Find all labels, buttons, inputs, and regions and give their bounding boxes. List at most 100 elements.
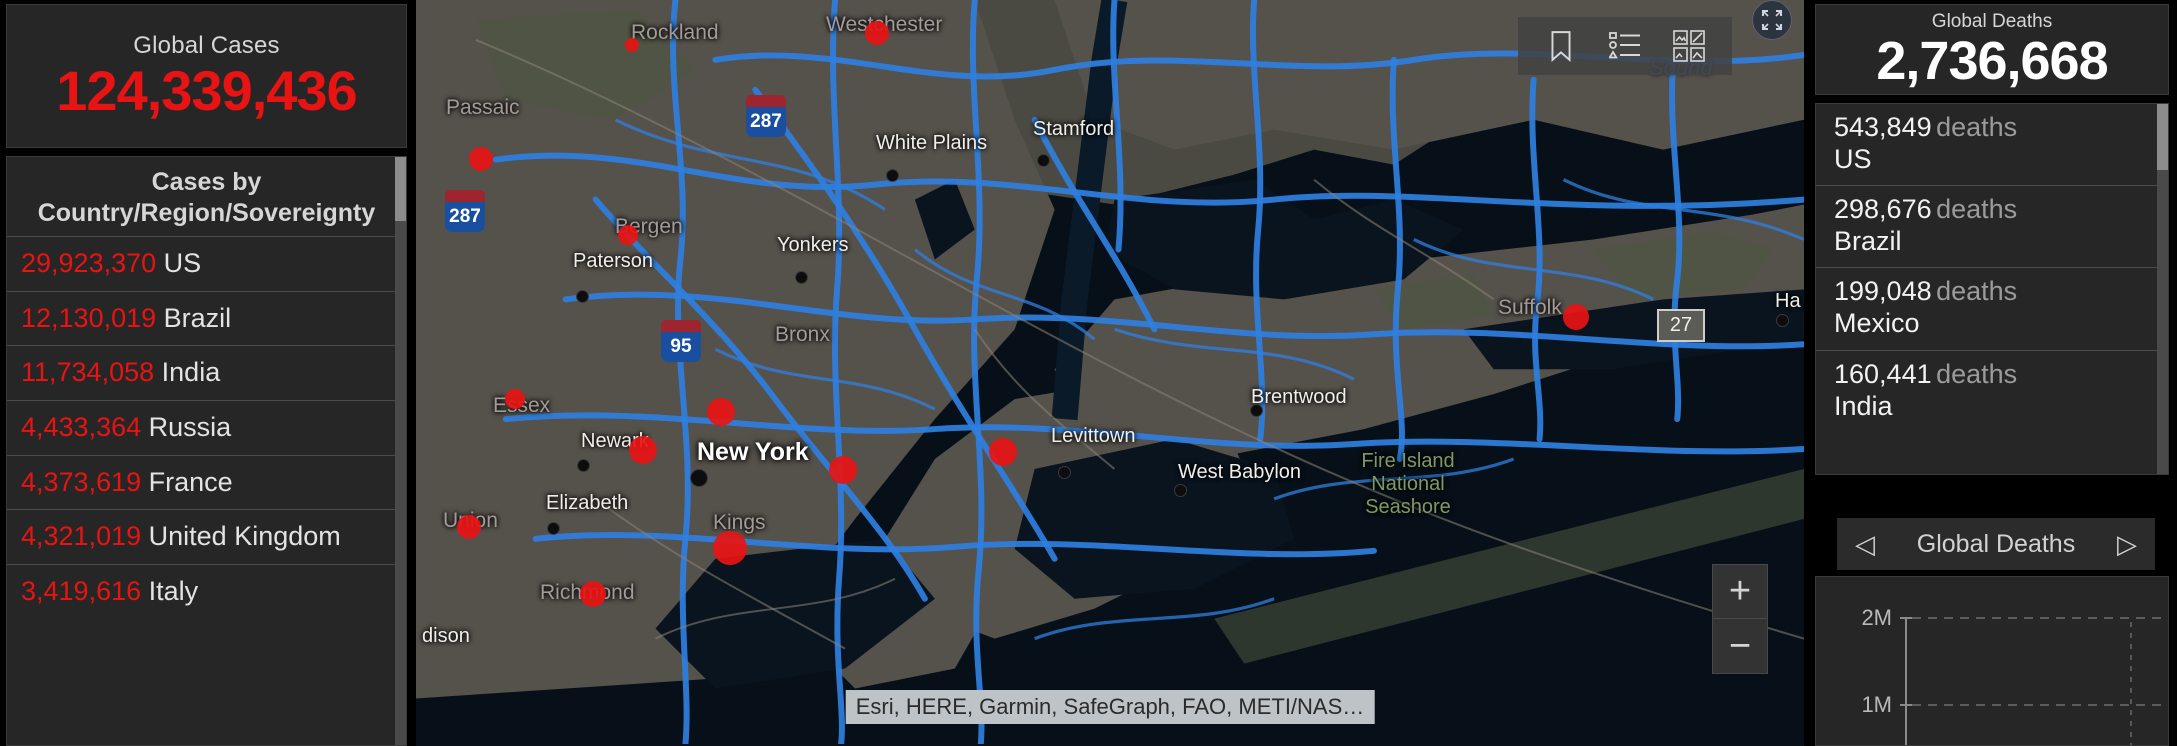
cases-list[interactable]: 29,923,370 US 12,130,019 Brazil 11,734,058… xyxy=(7,236,406,618)
shield-top xyxy=(746,95,786,107)
map-case-marker[interactable] xyxy=(629,436,657,464)
cases-list-item[interactable]: 12,130,019 Brazil xyxy=(7,290,406,346)
deaths-item-name: India xyxy=(1834,390,1893,421)
deaths-item-value: 160,441 xyxy=(1834,358,1932,389)
cases-item-value: 4,433,364 xyxy=(21,411,142,442)
map-city-dot xyxy=(577,459,590,472)
map-city-label-6: dison xyxy=(422,625,470,647)
cases-item-value: 12,130,019 xyxy=(21,302,157,333)
global-deaths-kpi-card: Global Deaths 2,736,668 xyxy=(1815,4,2169,95)
shield-route-number: 95 xyxy=(661,332,701,362)
shield-top xyxy=(661,320,701,332)
map-toolbar[interactable] xyxy=(1518,17,1732,75)
cases-list-item[interactable]: 11,734,058 India xyxy=(7,345,406,400)
map-case-marker[interactable] xyxy=(989,438,1017,466)
map-zoom-controls[interactable]: + − xyxy=(1712,564,1768,674)
cases-list-scrollbar[interactable] xyxy=(395,157,406,745)
expand-icon[interactable] xyxy=(1752,0,1792,40)
global-cases-label: Global Cases xyxy=(133,31,280,59)
right-sidebar: Global Deaths 2,736,668 543,849 deaths US… xyxy=(1807,0,2177,746)
cases-item-value: 3,419,616 xyxy=(21,575,142,606)
map-city-dot xyxy=(1058,466,1071,479)
bookmark-icon[interactable] xyxy=(1544,29,1578,63)
deaths-nav-label: Global Deaths xyxy=(1916,529,2076,558)
map-case-marker[interactable] xyxy=(1563,304,1589,330)
map-city-dot xyxy=(886,169,899,182)
chart-ytick-1m: 1M xyxy=(1861,692,1892,717)
map-case-marker[interactable] xyxy=(829,456,857,484)
cases-list-item[interactable]: 4,433,364 Russia xyxy=(7,399,406,455)
map-interstate-shield: 287 xyxy=(445,190,485,232)
cases-list-scrollbar-thumb[interactable] xyxy=(395,157,406,221)
cases-item-name: France xyxy=(148,466,233,497)
map-case-marker[interactable] xyxy=(580,581,606,607)
deaths-list[interactable]: 543,849 deaths US 298,676 deaths Brazil 199,… xyxy=(1816,104,2168,433)
map-city-label-5: Elizabeth xyxy=(546,492,629,514)
map-city-label-1: Stamford xyxy=(1033,118,1115,140)
map-case-marker[interactable] xyxy=(457,515,481,539)
deaths-list-scrollbar-thumb[interactable] xyxy=(2157,103,2168,170)
deaths-list-item[interactable]: 298,676 deaths Brazil xyxy=(1816,185,2168,267)
map-city-dot xyxy=(1776,314,1789,327)
cases-title-line-1: Cases by xyxy=(151,168,262,196)
deaths-item-name: Brazil xyxy=(1834,226,1902,257)
zoom-in-button[interactable]: + xyxy=(1713,565,1767,619)
map-route-shield: 27 xyxy=(1657,309,1705,342)
basemap-icon[interactable] xyxy=(1672,29,1706,63)
deaths-item-unit: deaths xyxy=(1936,358,2018,389)
deaths-list-item[interactable]: 199,048 deaths Mexico xyxy=(1816,267,2168,349)
map-case-marker[interactable] xyxy=(625,38,639,52)
left-sidebar: Global Cases 124,339,436 Cases by Countr… xyxy=(0,0,413,746)
chart-ytick-2m: 2M xyxy=(1861,605,1892,630)
deaths-item-value: 199,048 xyxy=(1834,276,1932,307)
shield-route-number: 287 xyxy=(746,107,786,137)
map-overlay: RocklandWestchesterPassaicBergenEssexUni… xyxy=(416,0,1801,746)
map-case-marker[interactable] xyxy=(707,398,735,426)
cases-item-name: United Kingdom xyxy=(148,521,341,552)
next-panel-button[interactable]: ▷ xyxy=(2117,529,2137,560)
deaths-list-item[interactable]: 160,441 deaths India xyxy=(1816,349,2168,432)
deaths-by-country-panel[interactable]: 543,849 deaths US 298,676 deaths Brazil 199,… xyxy=(1815,102,2169,475)
cases-title-line-2: Country/Region/Sovereignty xyxy=(37,198,376,227)
cases-list-item[interactable]: 4,373,619 France xyxy=(7,454,406,510)
map-county-label-0: Rockland xyxy=(631,21,719,44)
route-shield-number: 27 xyxy=(1669,314,1693,336)
map-attribution[interactable]: Esri, HERE, Garmin, SafeGraph, FAO, METI… xyxy=(845,690,1375,724)
map-case-marker[interactable] xyxy=(505,389,525,409)
cases-list-item[interactable]: 29,923,370 US xyxy=(7,236,406,291)
cases-item-value: 4,321,019 xyxy=(21,521,142,552)
map-case-marker[interactable] xyxy=(618,225,638,245)
legend-icon[interactable] xyxy=(1608,29,1642,63)
map-city-dot xyxy=(547,522,560,535)
map-city-label-2: Yonkers xyxy=(777,234,849,256)
map-city-label-new-york: New York xyxy=(697,438,809,466)
cases-by-country-panel[interactable]: Cases by Country/Region/Sovereignty 29,9… xyxy=(6,156,407,746)
map-city-dot xyxy=(795,271,808,284)
deaths-list-item[interactable]: 543,849 deaths US xyxy=(1816,104,2168,185)
deaths-item-unit: deaths xyxy=(1936,111,2018,142)
cases-item-name: Italy xyxy=(148,575,199,606)
map-city-dot xyxy=(1174,484,1187,497)
map-city-label-7: Levittown xyxy=(1051,425,1136,447)
cases-list-item[interactable]: 4,321,019 United Kingdom xyxy=(7,509,406,564)
map-city-label-3: Paterson xyxy=(573,250,654,272)
deaths-list-scrollbar[interactable] xyxy=(2157,103,2168,474)
global-deaths-value: 2,736,668 xyxy=(1876,31,2108,91)
deaths-nav-bar[interactable]: ◁ Global Deaths ▷ xyxy=(1837,518,2155,570)
map-city-label-0: White Plains xyxy=(876,132,988,154)
deaths-trend-chart[interactable]: 2M 1M xyxy=(1815,576,2169,746)
shield-route-number: 287 xyxy=(445,202,485,232)
deaths-item-value: 543,849 xyxy=(1834,111,1932,142)
cases-item-name: India xyxy=(161,357,221,388)
zoom-out-button[interactable]: − xyxy=(1713,619,1767,673)
cases-list-item[interactable]: 3,419,616 Italy xyxy=(7,563,406,619)
prev-panel-button[interactable]: ◁ xyxy=(1855,529,1875,560)
map-case-marker[interactable] xyxy=(865,21,889,45)
deaths-item-value: 298,676 xyxy=(1834,194,1932,225)
map-view[interactable]: RocklandWestchesterPassaicBergenEssexUni… xyxy=(413,0,1807,746)
map-case-marker[interactable] xyxy=(713,531,747,565)
cases-item-value: 29,923,370 xyxy=(21,248,157,278)
deaths-item-name: Mexico xyxy=(1834,308,1920,339)
deaths-item-unit: deaths xyxy=(1936,194,2018,225)
map-case-marker[interactable] xyxy=(469,147,493,171)
